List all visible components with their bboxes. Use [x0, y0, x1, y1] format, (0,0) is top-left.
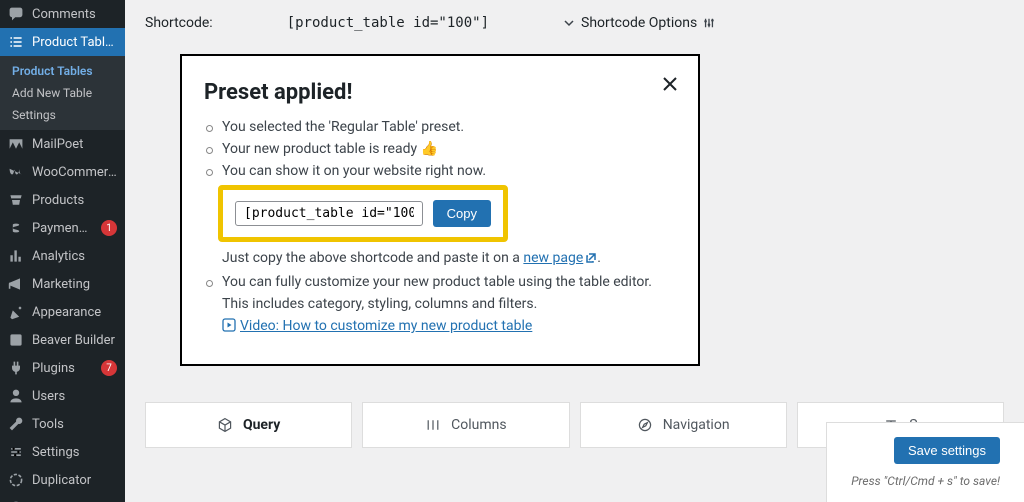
sidebar-item-label: Tools — [32, 417, 117, 432]
marketing-icon — [8, 276, 24, 292]
tab-label: Navigation — [663, 417, 730, 433]
preset-line-5b: This includes category, styling, columns… — [206, 296, 676, 312]
sidebar-subitem-product-tables[interactable]: Product Tables — [0, 60, 125, 82]
shortcode-label: Shortcode: — [145, 15, 213, 31]
preset-line-3: You can show it on your website right no… — [206, 163, 676, 179]
columns-icon — [425, 417, 441, 433]
sidebar-item-duplicator[interactable]: Duplicator — [0, 466, 125, 494]
appearance-icon — [8, 304, 24, 320]
sidebar-item-analytics[interactable]: Analytics — [0, 242, 125, 270]
sidebar-item-label: Comments — [32, 7, 117, 22]
sidebar-item-label: Users — [32, 389, 117, 404]
copy-button[interactable]: Copy — [433, 200, 491, 227]
tools-icon — [8, 416, 24, 432]
sidebar-item-woocommerce[interactable]: WooCommerce — [0, 158, 125, 186]
sidebar-item-tools[interactable]: Tools — [0, 410, 125, 438]
shortcode-options-label: Shortcode Options — [581, 15, 697, 31]
badge-count: 7 — [101, 360, 117, 376]
products-icon — [8, 192, 24, 208]
tab-label: Query — [243, 417, 280, 433]
payments-icon — [8, 220, 24, 236]
close-button[interactable] — [660, 74, 680, 94]
beaver-builder-icon — [8, 332, 24, 348]
chevron-down-icon — [563, 17, 575, 29]
mailpoet-icon — [8, 136, 24, 152]
tab-navigation[interactable]: Navigation — [580, 402, 787, 448]
sidebar-item-appearance[interactable]: Appearance — [0, 298, 125, 326]
sidebar-collapse-menu[interactable]: Collapse menu — [0, 494, 125, 502]
badge-count: 1 — [101, 220, 117, 236]
panel-title: Preset applied! — [204, 80, 676, 105]
shortcode-row: Shortcode: [product_table id="100"] Shor… — [145, 6, 1004, 40]
sidebar-item-label: Product Tables — [32, 35, 117, 50]
sidebar-item-label: Plugins — [32, 361, 89, 376]
sidebar-subitem-settings[interactable]: Settings — [0, 104, 125, 126]
sidebar-item-users[interactable]: Users — [0, 382, 125, 410]
close-icon — [660, 74, 680, 94]
save-panel: Save settings Press "Ctrl/Cmd + s" to sa… — [826, 422, 1024, 502]
sidebar-item-mailpoet[interactable]: MailPoet — [0, 130, 125, 158]
external-link-icon — [585, 252, 597, 268]
sidebar-item-label: Duplicator — [32, 473, 117, 488]
plugins-icon — [8, 360, 24, 376]
video-tutorial-link[interactable]: Video: How to customize my new product t… — [222, 318, 532, 334]
save-settings-button[interactable]: Save settings — [894, 437, 1000, 464]
sidebar-item-beaver-builder[interactable]: Beaver Builder — [0, 326, 125, 354]
admin-sidebar: Comments Product Tables Product Tables A… — [0, 0, 125, 502]
new-page-link[interactable]: new page — [523, 250, 597, 266]
sidebar-item-plugins[interactable]: Plugins 7 — [0, 354, 125, 382]
users-icon — [8, 388, 24, 404]
settings-icon — [8, 444, 24, 460]
tab-label: Columns — [451, 417, 506, 433]
woocommerce-icon — [8, 164, 24, 180]
sidebar-item-label: Settings — [32, 445, 117, 460]
tab-columns[interactable]: Columns — [362, 402, 569, 448]
list-view-icon — [8, 34, 24, 50]
sidebar-item-comments[interactable]: Comments — [0, 0, 125, 28]
sidebar-item-label: MailPoet — [32, 137, 117, 152]
sidebar-item-payments[interactable]: Payments 1 — [0, 214, 125, 242]
sidebar-item-label: Marketing — [32, 277, 117, 292]
sidebar-item-label: Appearance — [32, 305, 117, 320]
play-icon — [222, 318, 236, 336]
sidebar-item-label: Payments — [32, 221, 89, 236]
comments-icon — [8, 6, 24, 22]
sidebar-item-marketing[interactable]: Marketing — [0, 270, 125, 298]
preset-line-1: You selected the 'Regular Table' preset. — [206, 119, 676, 135]
sidebar-subgroup-product-tables: Product Tables Add New Table Settings — [0, 56, 125, 130]
duplicator-icon — [8, 472, 24, 488]
tab-query[interactable]: Query — [145, 402, 352, 448]
sidebar-item-product-tables[interactable]: Product Tables — [0, 28, 125, 56]
preset-applied-panel: Preset applied! You selected the 'Regula… — [180, 54, 700, 366]
shortcode-value: [product_table id="100"] — [287, 15, 489, 31]
preset-line-2: Your new product table is ready 👍 — [206, 141, 676, 157]
thumbs-up-icon: 👍 — [421, 141, 438, 157]
sidebar-subitem-add-new-table[interactable]: Add New Table — [0, 82, 125, 104]
sidebar-item-label: WooCommerce — [32, 165, 117, 180]
sidebar-item-label: Beaver Builder — [32, 333, 117, 348]
preset-line-5: You can fully customize your new product… — [206, 274, 676, 290]
shortcode-input[interactable] — [235, 201, 423, 226]
sidebar-item-settings[interactable]: Settings — [0, 438, 125, 466]
shortcode-options-toggle[interactable]: Shortcode Options — [563, 15, 715, 31]
preset-line-4: Just copy the above shortcode and paste … — [206, 250, 676, 268]
sidebar-item-label: Analytics — [32, 249, 117, 264]
cube-icon — [217, 417, 233, 433]
sliders-icon — [703, 17, 715, 29]
shortcode-copy-box: Copy — [218, 185, 508, 242]
sidebar-item-label: Products — [32, 193, 117, 208]
analytics-icon — [8, 248, 24, 264]
save-hint: Press "Ctrl/Cmd + s" to save! — [851, 474, 1000, 488]
compass-icon — [637, 417, 653, 433]
sidebar-item-products[interactable]: Products — [0, 186, 125, 214]
